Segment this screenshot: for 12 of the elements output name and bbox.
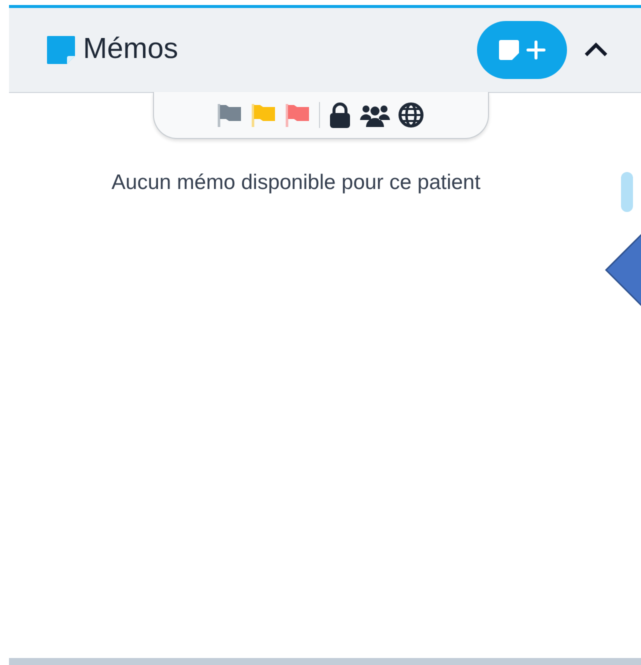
globe-icon[interactable] <box>398 102 424 128</box>
plus-icon <box>526 40 546 60</box>
users-icon[interactable] <box>360 103 390 127</box>
note-icon <box>498 39 520 61</box>
note-icon <box>45 34 77 66</box>
chevron-icon <box>583 42 609 58</box>
lock-icon[interactable] <box>328 102 352 128</box>
scrollbar-thumb[interactable] <box>621 172 633 212</box>
panel-title: Mémos <box>83 32 178 68</box>
empty-message: Aucun mémo disponible pour ce patient <box>112 170 480 196</box>
flag-icon[interactable] <box>217 103 243 127</box>
flag-icon[interactable] <box>285 103 311 127</box>
